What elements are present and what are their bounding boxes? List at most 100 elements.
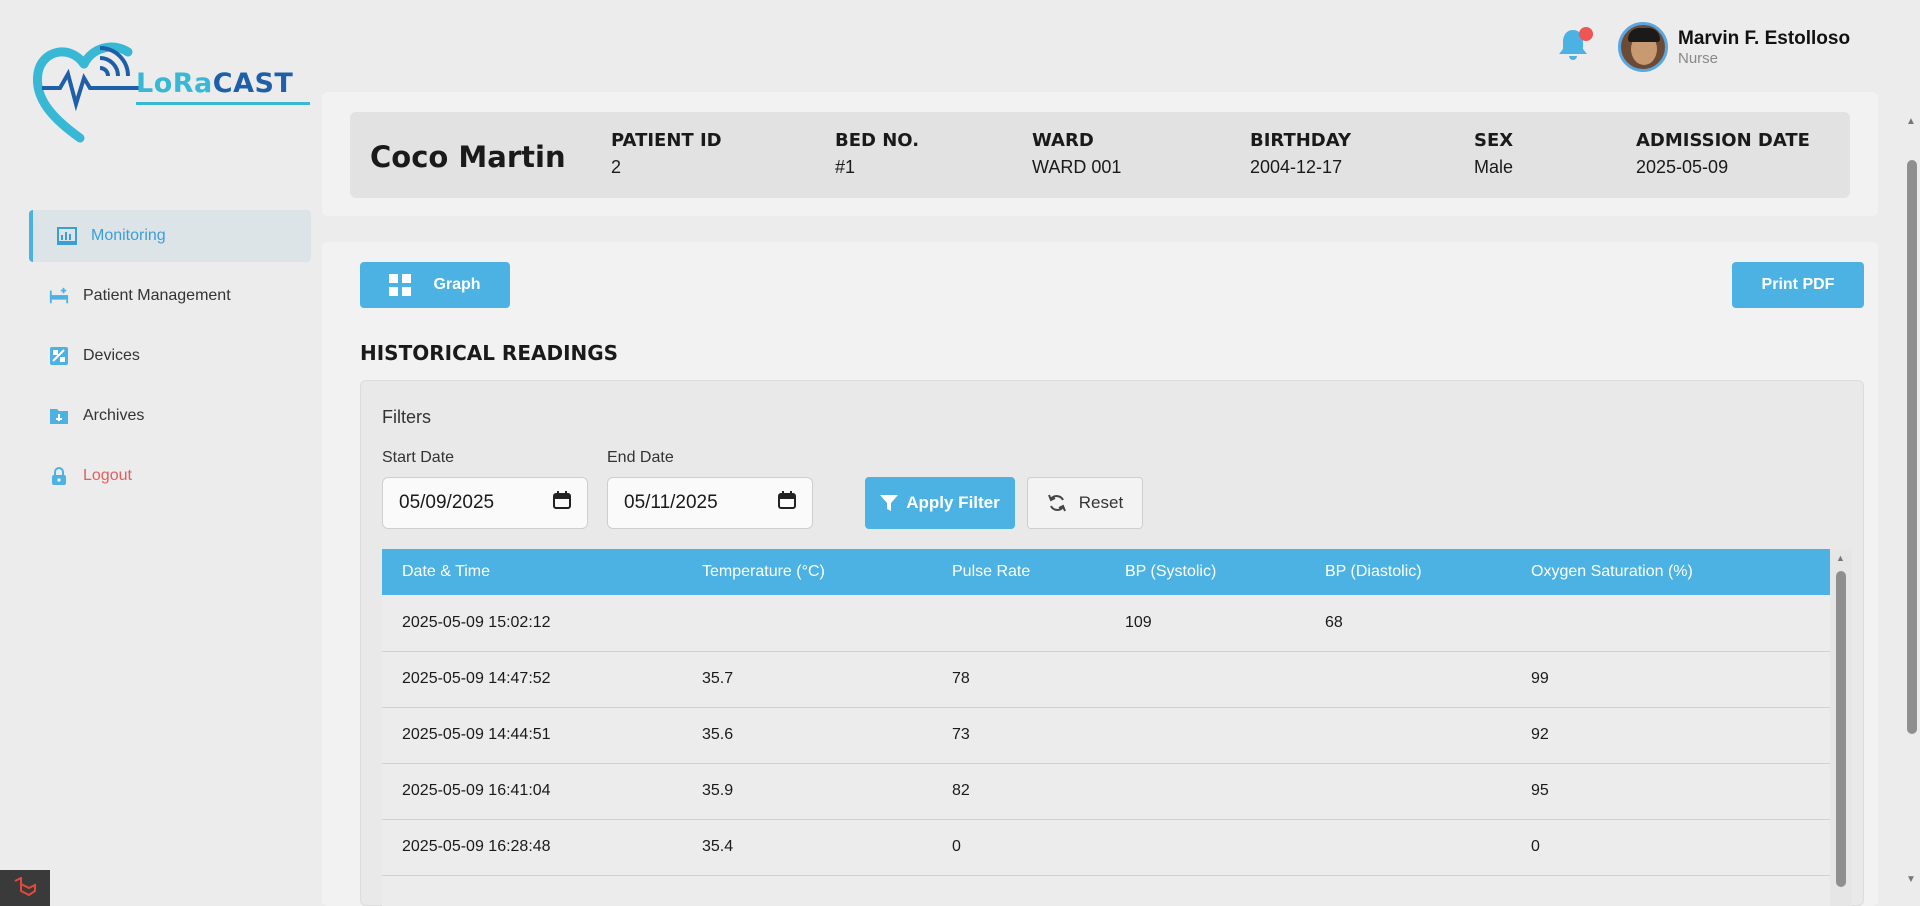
patient-info-panel: Coco Martin PATIENT ID 2 BED NO. #1 WARD…: [350, 112, 1850, 198]
start-date-input[interactable]: 05/09/2025: [382, 477, 588, 529]
sidebar-item-label: Monitoring: [91, 227, 166, 244]
sidebar-item-label: Logout: [83, 467, 132, 484]
filters-panel: Filters Start Date 05/09/2025 End Date 0…: [360, 380, 1864, 906]
patient-field-sex: SEX Male: [1474, 130, 1513, 178]
table-header-row: Date & Time Temperature (°C) Pulse Rate …: [382, 549, 1830, 595]
sidebar-item-archives[interactable]: Archives: [29, 390, 311, 442]
laravel-debug-icon[interactable]: [0, 870, 50, 906]
cell-temperature: 35.6: [702, 726, 734, 743]
readings-card: Graph Print PDF HISTORICAL READINGS Filt…: [322, 242, 1878, 906]
cell-temperature: 35.9: [702, 782, 734, 799]
print-pdf-button[interactable]: Print PDF: [1732, 262, 1864, 308]
scroll-down-icon[interactable]: ▼: [1906, 874, 1916, 885]
grid-icon: [389, 274, 412, 296]
cell-bp-diastolic: [1305, 875, 1511, 906]
end-date-label: End Date: [607, 449, 674, 466]
scroll-up-icon[interactable]: ▲: [1836, 553, 1845, 563]
cell-bp-systolic: [1105, 819, 1305, 875]
field-value: WARD 001: [1032, 157, 1122, 177]
cell-oxygen: 0: [1531, 838, 1540, 855]
app-logo[interactable]: LoRaCAST: [32, 38, 310, 148]
table-row: 2025-05-09 16:41:04 35.9 82 95: [382, 763, 1830, 819]
sidebar-item-logout[interactable]: Logout: [29, 450, 311, 502]
avatar[interactable]: [1618, 22, 1668, 72]
cell-pulse: [932, 875, 1105, 906]
graph-button-label: Graph: [433, 276, 481, 293]
cell-pulse: 78: [952, 670, 970, 687]
cell-bp-diastolic: [1305, 763, 1511, 819]
reset-button[interactable]: Reset: [1027, 477, 1143, 529]
column-header[interactable]: Temperature (°C): [682, 549, 932, 595]
page-scrollbar-thumb[interactable]: [1907, 160, 1917, 734]
cell-bp-systolic: [1105, 651, 1305, 707]
column-header[interactable]: BP (Diastolic): [1305, 549, 1511, 595]
patient-field-bed: BED NO. #1: [835, 130, 919, 178]
start-date-value: 05/09/2025: [399, 492, 495, 513]
cell-temperature: [682, 875, 932, 906]
end-date-input[interactable]: 05/11/2025: [607, 477, 813, 529]
lock-icon: [49, 466, 69, 486]
sidebar-item-patient-management[interactable]: Patient Management: [29, 270, 311, 322]
cell-datetime: 2025-05-09 16:41:04: [402, 782, 551, 799]
readings-table: Date & Time Temperature (°C) Pulse Rate …: [382, 549, 1830, 906]
end-date-value: 05/11/2025: [624, 492, 718, 513]
column-header[interactable]: Oxygen Saturation (%): [1511, 549, 1830, 595]
field-value: Male: [1474, 157, 1514, 177]
table-scrollbar-thumb[interactable]: [1836, 571, 1846, 887]
patient-field-birthday: BIRTHDAY 2004-12-17: [1250, 130, 1351, 178]
cell-bp-systolic: 109: [1125, 613, 1152, 631]
devices-icon: [49, 346, 69, 366]
apply-filter-label: Apply Filter: [906, 493, 1000, 512]
readings-table-container: Date & Time Temperature (°C) Pulse Rate …: [382, 549, 1852, 906]
field-label: WARD: [1032, 130, 1094, 151]
table-scrollbar[interactable]: ▲: [1830, 549, 1852, 906]
cell-pulse: 73: [952, 726, 970, 743]
logo-underline: [136, 102, 310, 105]
cell-temperature: 35.7: [702, 670, 734, 687]
sidebar: LoRaCAST Monitoring Patient Management D…: [0, 0, 320, 906]
sidebar-item-devices[interactable]: Devices: [29, 330, 311, 382]
table-row: 2025-05-09 16:28:48 35.4 0 0: [382, 819, 1830, 875]
sidebar-item-label: Devices: [83, 347, 140, 364]
scroll-up-icon[interactable]: ▲: [1906, 116, 1916, 127]
cell-bp-systolic: [1105, 763, 1305, 819]
cell-bp-diastolic: [1305, 819, 1511, 875]
graph-button[interactable]: Graph: [360, 262, 510, 308]
cell-bp-diastolic: [1305, 707, 1511, 763]
filter-icon: [880, 494, 899, 512]
monitor-chart-icon: [57, 226, 77, 246]
table-row: [382, 875, 1830, 906]
patient-field-admission-date: ADMISSION DATE 2025-05-09: [1636, 130, 1810, 178]
logo-text: LoRaCAST: [136, 68, 294, 99]
heart-pulse-logo-icon: [32, 42, 142, 143]
field-label: SEX: [1474, 130, 1514, 151]
field-value: 2025-05-09: [1636, 157, 1729, 177]
archive-folder-icon: [49, 406, 69, 426]
page-scrollbar[interactable]: ▲ ▼: [1903, 112, 1920, 892]
patient-info-card: Coco Martin PATIENT ID 2 BED NO. #1 WARD…: [322, 92, 1878, 216]
calendar-icon[interactable]: [778, 491, 796, 515]
sidebar-item-label: Patient Management: [83, 287, 231, 304]
apply-filter-button[interactable]: Apply Filter: [865, 477, 1015, 529]
sidebar-item-monitoring[interactable]: Monitoring: [29, 210, 311, 262]
refresh-icon: [1047, 493, 1067, 513]
calendar-icon[interactable]: [553, 491, 571, 515]
column-header[interactable]: BP (Systolic): [1105, 549, 1305, 595]
main-content: Coco Martin PATIENT ID 2 BED NO. #1 WARD…: [322, 92, 1878, 906]
notification-badge: [1579, 27, 1593, 41]
cell-temperature: [682, 595, 932, 651]
cell-oxygen: [1511, 595, 1830, 651]
user-role: Nurse: [1678, 50, 1719, 67]
field-label: PATIENT ID: [611, 130, 722, 151]
column-header[interactable]: Pulse Rate: [932, 549, 1105, 595]
column-header[interactable]: Date & Time: [382, 549, 682, 595]
field-value: 2: [611, 157, 622, 177]
patient-field-ward: WARD WARD 001: [1032, 130, 1121, 178]
patient-field-id: PATIENT ID 2: [611, 130, 722, 178]
sidebar-nav: Monitoring Patient Management Devices Ar…: [29, 210, 311, 510]
cell-pulse: [932, 595, 1105, 651]
cell-datetime: 2025-05-09 15:02:12: [402, 613, 551, 631]
cell-bp-diastolic: 68: [1325, 613, 1343, 631]
cell-temperature: 35.4: [702, 838, 734, 855]
start-date-label: Start Date: [382, 449, 455, 466]
